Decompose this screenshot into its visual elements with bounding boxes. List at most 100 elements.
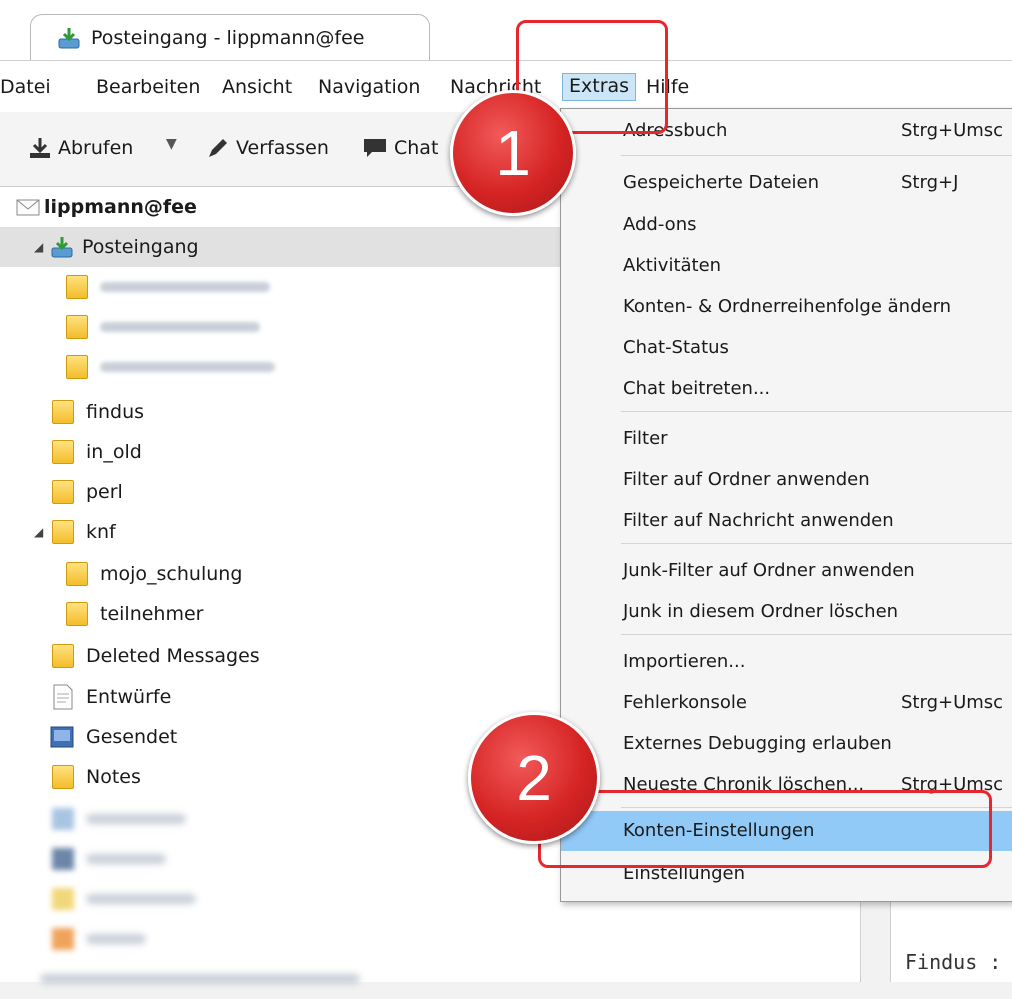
menu-item-label: Externes Debugging erlauben [623,733,892,754]
menu-item-konten-ordnerreihenfolge[interactable]: Konten- & Ordnerreihenfolge ändern [561,287,1012,327]
redacted-account[interactable] [0,919,860,959]
tab-title: Posteingang - lippmann@fee [91,26,365,49]
folder-label: Posteingang [82,236,199,258]
menu-item-chat-status[interactable]: Chat-Status [561,328,1012,368]
folder-icon [66,602,88,626]
menu-item-label: Importieren... [623,651,746,672]
redacted-folder-name [100,282,270,292]
title-bar: Posteingang - lippmann@fee [0,0,1012,60]
redacted-account[interactable] [0,959,860,999]
get-mail-label: Abrufen [58,137,134,159]
account-mail-icon [16,199,40,216]
menu-item-label: Chat-Status [623,337,729,358]
chat-button[interactable]: Chat [362,136,438,160]
download-icon [30,138,50,158]
folder-label: in_old [86,441,142,463]
menu-item-label: Filter [623,428,668,449]
menu-item-filter[interactable]: Filter [561,419,1012,459]
redacted-folder-name [100,362,275,372]
account-icon [52,888,74,910]
folder-icon [66,275,88,299]
redacted-label [86,814,186,824]
folder-label: knf [86,521,116,543]
folder-icon [52,765,74,789]
menu-item-shortcut: Strg+Umsc [901,120,1004,141]
folder-icon [52,440,74,464]
menu-datei[interactable]: Datei [0,75,51,99]
tab-posteingang[interactable]: Posteingang - lippmann@fee [30,14,430,60]
menu-item-label: Gespeicherte Dateien [623,172,820,193]
menu-item-gespeicherte-dateien[interactable]: Gespeicherte Dateien Strg+J [561,163,1012,203]
message-preview-text: Findus : [905,950,1002,974]
menu-item-fehlerkonsole[interactable]: Fehlerkonsole Strg+Umsc [561,683,1012,723]
folder-icon [52,520,74,544]
compose-button[interactable]: Verfassen [206,136,329,160]
menu-item-junk-loeschen[interactable]: Junk in diesem Ordner löschen [561,592,1012,632]
sent-icon [50,726,74,748]
get-mail-dropdown[interactable]: ▼ [166,136,177,152]
collapse-arrow-icon[interactable]: ◢ [34,525,43,539]
folder-icon [52,480,74,504]
folder-label: Notes [86,766,141,788]
redacted-label [86,894,196,904]
menu-item-aktivitaeten[interactable]: Aktivitäten [561,246,1012,286]
menu-item-chat-beitreten[interactable]: Chat beitreten... [561,369,1012,409]
callout-highlight-konten-einstellungen [538,790,992,868]
menu-separator [621,543,1012,544]
menu-item-label: Junk-Filter auf Ordner anwenden [623,560,915,581]
compose-label: Verfassen [236,137,329,159]
menu-separator [621,155,1012,156]
menu-separator [621,634,1012,635]
folder-icon [52,644,74,668]
menu-item-shortcut: Strg+J [901,172,959,193]
folder-icon [66,315,88,339]
collapse-arrow-icon[interactable]: ◢ [34,240,43,254]
menu-item-label: Filter auf Ordner anwenden [623,469,870,490]
step-badge-1: 1 [450,90,576,216]
folder-icon [52,400,74,424]
menu-item-label: Chat beitreten... [623,378,771,399]
folder-label: Deleted Messages [86,645,260,667]
folder-label: mojo_schulung [100,563,243,585]
inbox-icon [51,237,73,258]
menu-bearbeiten[interactable]: Bearbeiten [96,75,200,99]
folder-label: perl [86,481,123,503]
redacted-label [86,854,166,864]
folder-label: teilnehmer [100,603,204,625]
chat-bubble-icon [364,139,386,157]
menu-item-label: Konten- & Ordnerreihenfolge ändern [623,296,952,317]
pencil-icon [209,139,227,157]
menu-item-externes-debugging[interactable]: Externes Debugging erlauben [561,724,1012,764]
account-icon [52,928,74,950]
extras-menu: Adressbuch Strg+Umsc Gespeicherte Dateie… [560,108,1012,902]
folder-icon [66,355,88,379]
menu-item-label: Junk in diesem Ordner löschen [623,601,899,622]
menu-separator [621,411,1012,412]
inbox-icon [58,27,80,48]
redacted-label [40,974,360,984]
folder-label: Entwürfe [86,686,172,708]
folder-icon [66,562,88,586]
account-label: lippmann@fee [44,196,197,218]
account-icon [52,808,74,830]
chevron-down-icon: ▼ [166,136,177,152]
get-mail-button[interactable]: Abrufen [28,136,133,160]
menu-item-label: Fehlerkonsole [623,692,747,713]
folder-label: findus [86,401,145,423]
redacted-label [86,934,146,944]
menu-item-filter-ordner[interactable]: Filter auf Ordner anwenden [561,460,1012,500]
menu-navigation[interactable]: Navigation [318,75,420,99]
step-badge-2: 2 [468,712,600,844]
redacted-folder-name [100,322,260,332]
menu-item-label: Aktivitäten [623,255,722,276]
folder-label: Gesendet [86,726,178,748]
drafts-icon [53,684,73,710]
menu-item-filter-nachricht[interactable]: Filter auf Nachricht anwenden [561,501,1012,541]
menu-item-junk-filter[interactable]: Junk-Filter auf Ordner anwenden [561,551,1012,591]
menu-item-shortcut: Strg+Umsc [901,692,1004,713]
menu-item-addons[interactable]: Add-ons [561,205,1012,245]
menu-item-importieren[interactable]: Importieren... [561,642,1012,682]
menu-ansicht[interactable]: Ansicht [222,75,292,99]
menu-item-label: Filter auf Nachricht anwenden [623,510,894,531]
menu-item-label: Add-ons [623,214,697,235]
